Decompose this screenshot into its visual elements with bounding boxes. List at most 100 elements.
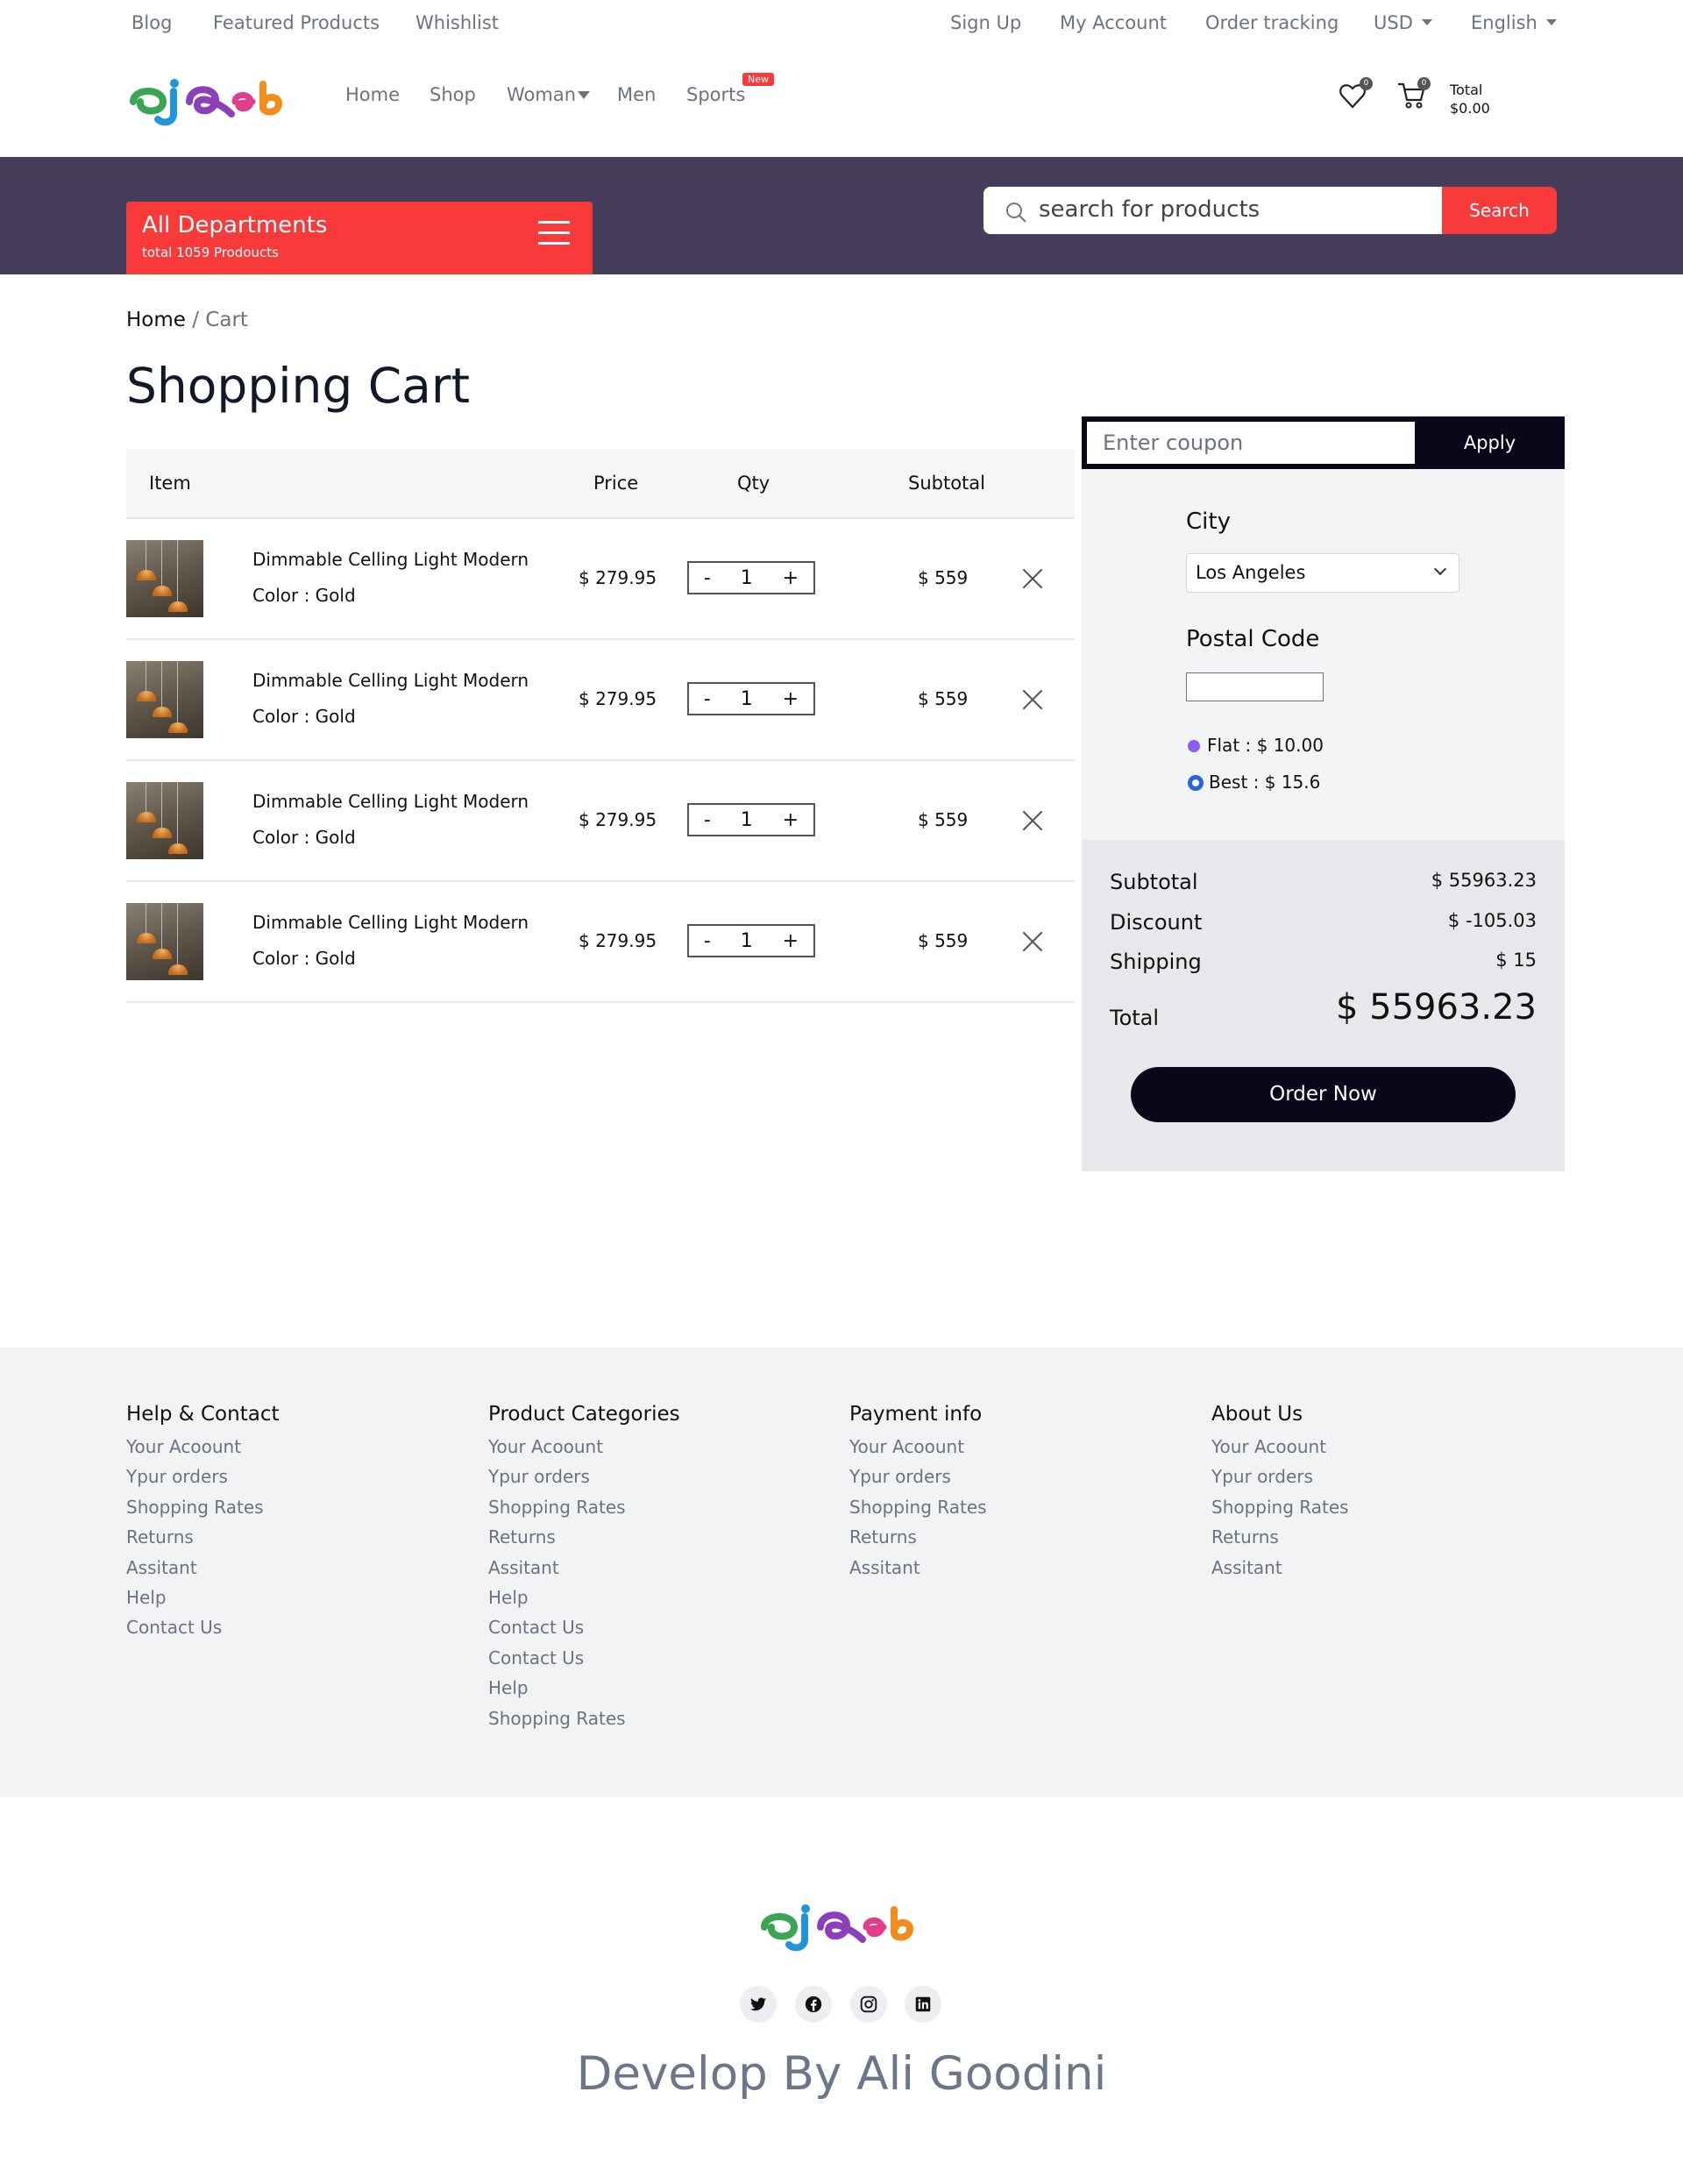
footer-column-title: Product Categories — [488, 1403, 680, 1426]
qty-increase-button[interactable]: + — [783, 567, 799, 589]
footer-link[interactable]: Your Acoount — [849, 1436, 987, 1466]
footer-link[interactable]: Contact Us — [488, 1647, 680, 1677]
remove-item-icon[interactable] — [1022, 810, 1043, 831]
footer-link[interactable]: Returns — [126, 1526, 279, 1556]
search-input[interactable]: search for products — [984, 187, 1442, 234]
order-now-button[interactable]: Order Now — [1131, 1067, 1516, 1122]
nav-woman[interactable]: Woman — [507, 84, 591, 105]
qty-decrease-button[interactable]: - — [704, 567, 711, 589]
footer-link[interactable]: Contact Us — [126, 1617, 279, 1647]
facebook-icon[interactable] — [795, 1986, 832, 2023]
product-image[interactable] — [126, 540, 203, 617]
summary-total-value: $ 55963.23 — [1335, 987, 1537, 1028]
product-name[interactable]: Dimmable Celling Light Modern — [252, 791, 529, 812]
footer-link[interactable]: Returns — [1211, 1526, 1349, 1556]
footer-link[interactable]: Assitant — [849, 1557, 987, 1587]
footer-link[interactable]: Ypur orders — [126, 1466, 279, 1496]
wishlist-button[interactable]: 0 — [1339, 77, 1373, 110]
footer-link[interactable]: Shopping Rates — [488, 1708, 680, 1738]
coupon-input[interactable]: Enter coupon — [1087, 422, 1415, 464]
cart-button[interactable]: 0 — [1396, 77, 1431, 110]
footer-link[interactable]: Shopping Rates — [1211, 1497, 1349, 1526]
postal-code-input[interactable] — [1186, 672, 1324, 701]
product-price: $ 279.95 — [579, 809, 657, 830]
header-item: Item — [149, 473, 191, 494]
footer-link[interactable]: Shopping Rates — [488, 1497, 680, 1526]
footer-link[interactable]: Shopping Rates — [126, 1497, 279, 1526]
currency-dropdown[interactable]: USD — [1374, 12, 1432, 33]
remove-item-icon[interactable] — [1022, 689, 1043, 710]
qty-value[interactable]: 1 — [741, 930, 753, 952]
footer-link[interactable]: Your Acoount — [488, 1436, 680, 1466]
qty-increase-button[interactable]: + — [783, 688, 799, 710]
quantity-stepper: - 1 + — [687, 561, 815, 594]
remove-item-icon[interactable] — [1022, 931, 1043, 952]
product-image[interactable] — [126, 661, 203, 738]
product-image[interactable] — [126, 782, 203, 859]
nav-men[interactable]: Men — [617, 84, 656, 105]
instagram-icon[interactable] — [850, 1986, 887, 2023]
footer-link[interactable]: Your Acoount — [126, 1436, 279, 1466]
topbar-link-sign-up[interactable]: Sign Up — [950, 12, 1021, 33]
topbar-link-whishlist[interactable]: Whishlist — [415, 12, 499, 33]
footer-link[interactable]: Help — [126, 1587, 279, 1617]
product-image[interactable] — [126, 903, 203, 980]
qty-decrease-button[interactable]: - — [704, 809, 711, 831]
header-total-value: $0.00 — [1450, 100, 1490, 117]
qty-value[interactable]: 1 — [741, 688, 753, 710]
footer-link[interactable]: Returns — [488, 1526, 680, 1556]
topbar-link-blog[interactable]: Blog — [131, 12, 172, 33]
footer-link[interactable]: Returns — [849, 1526, 987, 1556]
twitter-icon[interactable] — [740, 1986, 777, 2023]
footer-link[interactable]: Your Acoount — [1211, 1436, 1349, 1466]
product-name[interactable]: Dimmable Celling Light Modern — [252, 912, 529, 933]
qty-increase-button[interactable]: + — [783, 930, 799, 952]
topbar-link-featured-products[interactable]: Featured Products — [213, 12, 380, 33]
footer-link[interactable]: Help — [488, 1587, 680, 1617]
apply-coupon-button[interactable]: Apply — [1415, 422, 1565, 464]
topbar-link-order-tracking[interactable]: Order tracking — [1205, 12, 1339, 33]
footer-link[interactable]: Assitant — [488, 1557, 680, 1587]
footer-link[interactable]: Help — [488, 1677, 680, 1707]
footer-link[interactable]: Shopping Rates — [849, 1497, 987, 1526]
qty-value[interactable]: 1 — [741, 809, 753, 831]
footer-column: Product Categories Your Acoount Ypur order… — [488, 1403, 680, 1738]
footer-column-title: Help & Contact — [126, 1403, 280, 1426]
footer-link[interactable]: Assitant — [126, 1557, 279, 1587]
qty-increase-button[interactable]: + — [783, 809, 799, 831]
footer-link[interactable]: Ypur orders — [1211, 1466, 1349, 1496]
radio-best[interactable] — [1188, 775, 1204, 791]
footer-logo[interactable] — [759, 1901, 926, 1952]
nav-sports[interactable]: Sports — [686, 84, 745, 105]
breadcrumb-home[interactable]: Home — [126, 309, 186, 331]
product-subtotal: $ 559 — [918, 567, 969, 588]
search-button[interactable]: Search — [1442, 187, 1557, 234]
radio-flat[interactable] — [1188, 740, 1200, 752]
language-dropdown[interactable]: English — [1471, 12, 1557, 33]
footer-link[interactable]: Ypur orders — [849, 1466, 987, 1496]
product-name[interactable]: Dimmable Celling Light Modern — [252, 549, 529, 570]
page-title: Shopping Cart — [126, 358, 471, 414]
topbar-link-my-account[interactable]: My Account — [1060, 12, 1167, 33]
shipping-option-flat[interactable]: Flat : $ 10.00 — [1188, 735, 1324, 756]
footer-link[interactable]: Ypur orders — [488, 1466, 680, 1496]
remove-item-icon[interactable] — [1022, 568, 1043, 589]
footer-column: Payment info Your Acoount Ypur orders Shopp… — [849, 1403, 987, 1587]
product-name[interactable]: Dimmable Celling Light Modern — [252, 670, 529, 691]
nav-shop[interactable]: Shop — [430, 84, 476, 105]
qty-value[interactable]: 1 — [741, 567, 753, 589]
footer-link[interactable]: Assitant — [1211, 1557, 1349, 1587]
qty-decrease-button[interactable]: - — [704, 930, 711, 952]
breadcrumb-separator: / — [192, 309, 199, 331]
quantity-stepper: - 1 + — [687, 682, 815, 715]
qty-decrease-button[interactable]: - — [704, 688, 711, 710]
linkedin-icon[interactable] — [905, 1986, 941, 2023]
city-select[interactable]: Los Angeles — [1186, 553, 1459, 593]
cart-row: Dimmable Celling Light Modern Color : Go… — [126, 640, 1075, 761]
nav-home[interactable]: Home — [345, 84, 400, 105]
footer-link[interactable]: Contact Us — [488, 1617, 680, 1647]
site-logo[interactable] — [128, 75, 295, 126]
shipping-option-best[interactable]: Best : $ 15.6 — [1188, 772, 1320, 793]
product-price: $ 279.95 — [579, 930, 657, 951]
all-departments-button[interactable]: All Departments total 1059 Prodoucts — [126, 202, 593, 274]
